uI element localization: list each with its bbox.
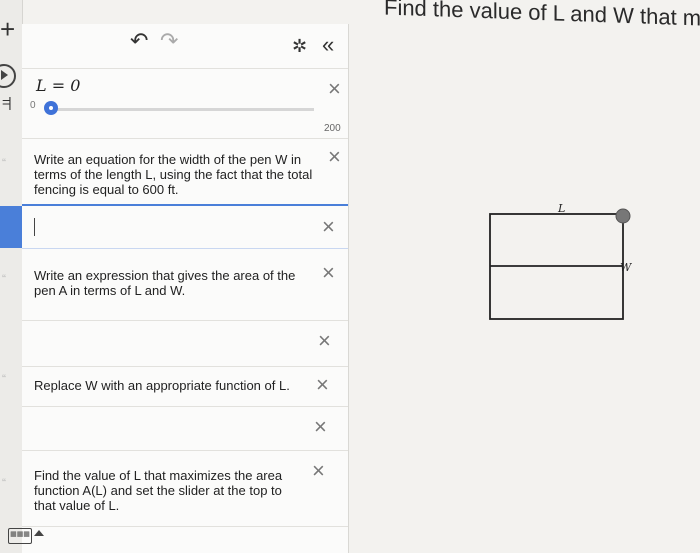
caret-up-icon[interactable]	[34, 530, 44, 536]
close-icon[interactable]: ×	[322, 262, 335, 284]
slider-expression[interactable]: L = 0	[36, 76, 80, 95]
close-icon[interactable]: ×	[318, 330, 331, 352]
close-icon[interactable]: ×	[328, 78, 341, 100]
slider-max-label: 200	[324, 123, 341, 134]
note-text: Find the value of L that maximizes the a…	[34, 468, 283, 513]
slider-track[interactable]	[54, 108, 314, 111]
resize-handle[interactable]	[615, 208, 631, 224]
note-text: Write an expression that gives the area …	[34, 268, 296, 298]
quote-icon: “	[2, 372, 6, 386]
list-item[interactable]: Replace W with an appropriate function o…	[22, 366, 348, 407]
keyboard-icon[interactable]: ▦▦▦	[8, 528, 32, 544]
list-item[interactable]: Write an equation for the width of the p…	[22, 138, 348, 205]
panel-header: ↶ ↷ ✲ «	[22, 24, 348, 69]
close-icon[interactable]: ×	[312, 460, 325, 482]
text-caret	[34, 218, 35, 236]
play-icon[interactable]	[0, 64, 16, 88]
list-item[interactable]: Write an expression that gives the area …	[22, 246, 348, 321]
chevron-double-left-icon[interactable]: «	[322, 32, 334, 58]
pen-diagram: L W	[489, 202, 633, 320]
undo-icon[interactable]: ↶	[130, 28, 148, 54]
width-label: W	[620, 261, 633, 274]
algebra-panel: ↶ ↷ ✲ « L = 0 × 0 200 Write an equation …	[0, 24, 349, 553]
left-toolbar: + =| “ “ “ “	[0, 0, 23, 553]
close-icon[interactable]: ×	[316, 374, 329, 396]
close-icon[interactable]: ×	[322, 216, 335, 238]
slider-row: L = 0 × 0 200	[22, 68, 348, 139]
active-row-indicator	[0, 206, 22, 248]
keyboard-bar: ▦▦▦	[8, 526, 348, 553]
page-heading: Find the value of L and W that maxir	[384, 0, 700, 32]
gear-icon[interactable]: ✲	[292, 36, 307, 57]
note-text: Write an equation for the width of the p…	[34, 152, 313, 197]
close-icon[interactable]: ×	[328, 146, 341, 168]
close-icon[interactable]: ×	[314, 416, 327, 438]
list-item[interactable]: ×	[0, 204, 348, 249]
quote-icon: “	[2, 156, 6, 170]
note-text: Replace W with an appropriate function o…	[34, 378, 290, 393]
length-label: L	[557, 202, 565, 215]
list-item[interactable]: Find the value of L that maximizes the a…	[22, 450, 348, 527]
slider-min-label: 0	[30, 100, 36, 111]
list-item[interactable]: ×	[22, 406, 348, 451]
quote-icon: “	[2, 476, 6, 490]
plus-icon[interactable]: +	[0, 14, 15, 45]
list-item[interactable]: ×	[22, 320, 348, 367]
slider-knob[interactable]	[44, 101, 58, 115]
quote-icon: “	[2, 272, 6, 286]
equals-icon[interactable]: =|	[2, 94, 12, 110]
redo-icon[interactable]: ↷	[160, 28, 178, 54]
